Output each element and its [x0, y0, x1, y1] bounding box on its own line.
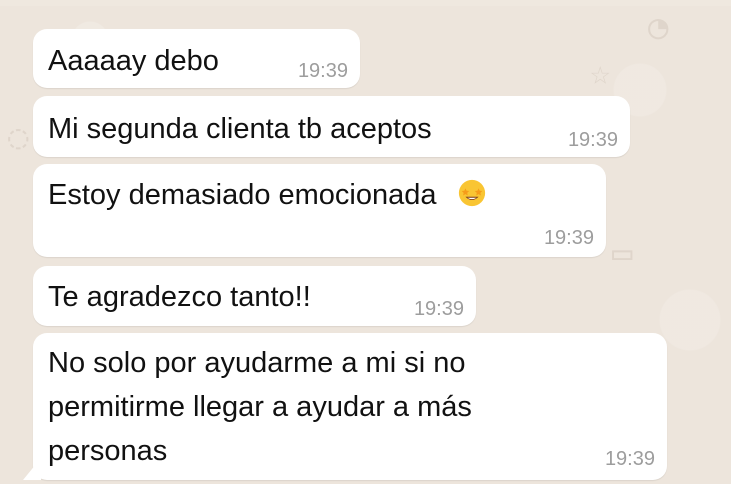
message-text-row: Estoy demasiado emocionada: [48, 173, 487, 217]
message-time: 19:39: [297, 60, 348, 82]
message-line: No solo por ayudarme a mi si no: [48, 347, 466, 379]
message-text: Mi segunda clienta tb aceptos: [48, 113, 432, 145]
chat-background: ☆ ▭ ◔ ◌ Aaaaay debo 19:39 Mi segunda cli…: [0, 0, 731, 484]
top-strip: [0, 0, 731, 6]
doodle-icon: ☆: [590, 53, 611, 93]
message-time: 19:39: [567, 129, 618, 151]
message-text: Te agradezco tanto!!: [48, 281, 311, 313]
message-time: 19:39: [604, 448, 655, 470]
message-lines: No solo por ayudarme a mi si no permitir…: [48, 341, 472, 473]
message-line: permitirme llegar a ayudar a más: [48, 391, 472, 423]
leaf-doodle-icon: ◌: [8, 117, 29, 157]
star-struck-emoji-icon: [458, 179, 485, 207]
message-bubble-4[interactable]: Te agradezco tanto!! 19:39: [33, 266, 476, 326]
message-bubble-3[interactable]: Estoy demasiado emocionada 19:39: [33, 164, 606, 257]
message-bubble-1[interactable]: Aaaaay debo 19:39: [33, 29, 360, 88]
smile-doodle-icon: ◔: [648, 7, 669, 47]
clock-doodle-icon: ▭: [612, 233, 633, 273]
message-bubble-2[interactable]: Mi segunda clienta tb aceptos 19:39: [33, 96, 630, 157]
message-time: 19:39: [413, 298, 464, 320]
message-time: 19:39: [543, 227, 594, 249]
message-text: Estoy demasiado emocionada: [48, 179, 437, 211]
message-bubble-5[interactable]: No solo por ayudarme a mi si no permitir…: [23, 333, 667, 480]
message-text: Aaaaay debo: [48, 45, 219, 77]
message-line: personas: [48, 435, 168, 467]
message-tail-icon: [23, 458, 41, 480]
